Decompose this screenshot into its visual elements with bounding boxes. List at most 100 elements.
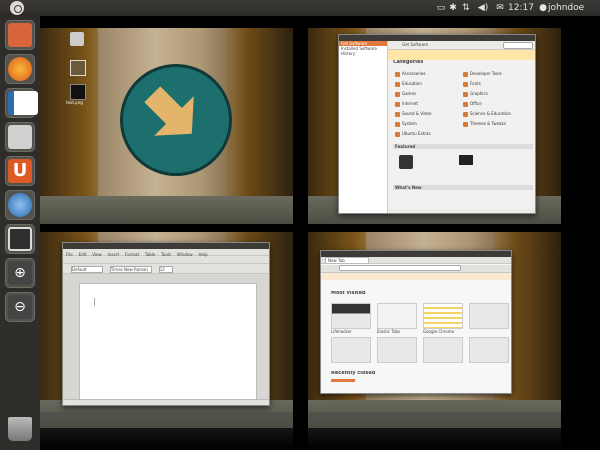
font-name-select[interactable]: Times New Roman [109,266,152,273]
writer-window[interactable]: File Edit View Insert Format Table Tools… [62,242,270,406]
category-icon [395,91,400,97]
thumbnail-tile[interactable] [377,303,417,329]
status-bar [388,209,535,213]
featured-app-icon[interactable] [459,155,473,165]
thumbnail-tile[interactable] [423,337,463,363]
camera-icon [8,125,32,149]
standard-toolbar [63,256,269,264]
thumbnail-label: Google Chrome [423,329,455,334]
category-icon [395,131,400,137]
shotwell-button[interactable] [5,122,35,152]
menu-tools[interactable]: Tools [161,252,171,257]
user-icon: ● [539,3,547,13]
software-center-button[interactable]: U [5,156,35,186]
document-page[interactable] [79,283,257,401]
software-center-icon: U [8,159,32,183]
volume-icon[interactable]: ◀) [476,1,490,15]
menu-edit[interactable]: Edit [79,252,87,257]
thumbnail-tile[interactable] [469,337,509,363]
recently-closed-title: Recently closed [331,371,376,376]
thumbnail-tile[interactable] [469,303,509,329]
zoom-in-icon: ⊕ [8,261,32,285]
thumbnail-tile[interactable] [331,303,371,329]
menu-table[interactable]: Table [145,252,155,257]
recently-closed-item[interactable] [331,379,355,382]
thumbnail-tile[interactable] [377,337,417,363]
zoom-out-icon: ⊖ [8,295,32,319]
category-item[interactable]: Games [395,91,416,97]
menu-insert[interactable]: Insert [108,252,119,257]
font-size-select[interactable]: 12 [158,266,173,273]
category-icon [395,111,400,117]
workspace-2[interactable]: Get Software Installed Software History … [308,28,561,224]
workspace-switcher-icon [8,227,32,251]
launcher: U ⊕ ⊖ [0,16,41,450]
workspace-reflection [308,412,561,450]
menu-help[interactable]: Help [199,252,208,257]
mail-icon[interactable]: ✉ [494,1,506,15]
breadcrumb[interactable]: Get Software [402,42,428,47]
featured-app-icon[interactable] [399,155,413,169]
most-visited-title: Most visited [331,291,366,296]
sidebar-item-history[interactable]: History [339,51,387,56]
menu-format[interactable]: Format [125,252,139,257]
writer-button[interactable] [5,88,38,118]
sidebar: Get Software Installed Software History [339,41,388,213]
clock[interactable]: 12:17 [508,1,534,15]
desktop-file-icon[interactable] [70,32,84,46]
tab-bar: New Tab [321,257,511,264]
desktop-image-icon[interactable] [70,84,86,100]
tab-new-tab[interactable]: New Tab [325,257,369,264]
category-item[interactable]: Fonts [463,81,481,87]
category-item[interactable]: Ubuntu Extras [395,131,431,137]
category-item[interactable]: Accessories [395,71,425,77]
category-icon [463,121,468,127]
thumbnail-tile[interactable] [331,337,371,363]
zoom-in-button[interactable]: ⊕ [5,258,35,288]
category-item[interactable]: System [395,121,417,127]
home-folder-icon [8,23,32,47]
firefox-button[interactable] [5,54,35,84]
notice-banner [388,50,535,60]
menu-file[interactable]: File [66,252,73,257]
firefox-icon [8,57,32,81]
workspace-4[interactable]: New Tab Most visited Lifehacker Elastic … [308,232,561,428]
category-item[interactable]: Office [463,101,482,107]
trash-icon [8,417,32,441]
empathy-button[interactable] [5,190,35,220]
workspace-1[interactable]: text.png [40,28,293,224]
category-item[interactable]: Sound & Video [395,111,431,117]
ubuntu-logo-icon[interactable] [10,1,24,15]
network-icon[interactable]: ⇅ [460,1,472,15]
menu-view[interactable]: View [92,252,102,257]
category-item[interactable]: Education [395,81,422,87]
category-icon [463,101,468,107]
zoom-out-button[interactable]: ⊖ [5,292,35,322]
bluetooth-icon[interactable]: ✱ [448,1,458,15]
featured-header: Featured [393,144,533,149]
url-bar[interactable] [339,265,461,271]
home-folder-button[interactable] [5,20,35,50]
thumbnail-tile[interactable] [423,303,463,329]
firefox-window[interactable]: New Tab Most visited Lifehacker Elastic … [320,250,512,394]
menu-window[interactable]: Window [177,252,193,257]
category-item[interactable]: Developer Tools [463,71,502,77]
category-item[interactable]: Graphics [463,91,488,97]
software-center-window[interactable]: Get Software Installed Software History … [338,34,536,214]
workspaces-button[interactable] [5,224,35,254]
category-icon [395,101,400,107]
wallpaper-fence [40,196,293,224]
display-icon[interactable]: ▭ [435,1,447,15]
username[interactable]: johndoe [548,1,596,15]
whats-new-header: What's New [393,185,533,190]
category-item[interactable]: Themes & Tweaks [463,121,506,127]
desktop-image-icon[interactable] [70,60,86,76]
category-item[interactable]: Science & Education [463,111,511,117]
trash-button[interactable] [5,414,35,444]
workspace-3[interactable]: File Edit View Insert Format Table Tools… [40,232,293,428]
formatting-toolbar: Default Times New Roman 12 [63,264,269,274]
search-input[interactable] [503,42,533,49]
paragraph-style-select[interactable]: Default [71,266,103,273]
category-item[interactable]: Internet [395,101,418,107]
category-icon [395,121,400,127]
